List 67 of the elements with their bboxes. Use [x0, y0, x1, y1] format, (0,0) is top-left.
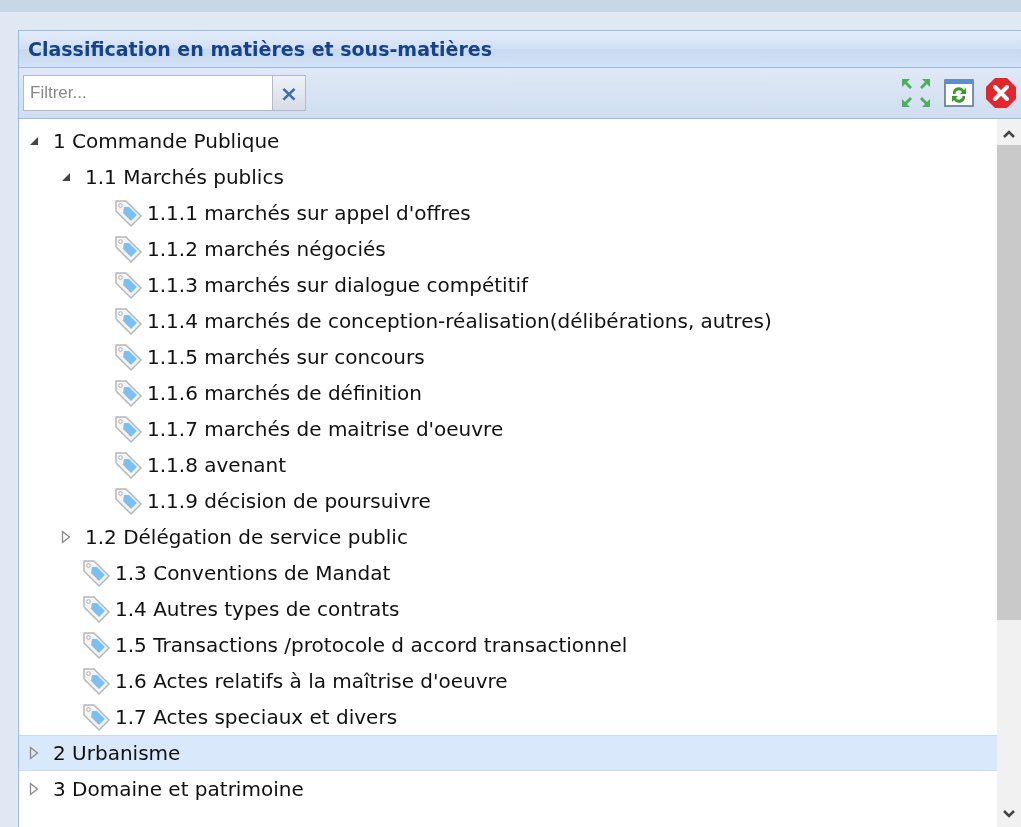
tree-label: 1.1.1 marchés sur appel d'offres: [147, 201, 471, 225]
refresh-icon[interactable]: [943, 77, 975, 109]
panel-title: Classification en matières et sous-matières: [28, 38, 492, 60]
tree-row[interactable]: 1.1.7 marchés de maitrise d'oeuvre: [19, 411, 997, 447]
expand-all-icon[interactable]: [899, 76, 933, 110]
collapsed-triangle-icon[interactable]: [29, 782, 39, 796]
tree-label: 1.1.4 marchés de conception-réalisation(délibérations, autres): [147, 309, 772, 333]
tree-row[interactable]: 1.1.8 avenant: [19, 447, 997, 483]
tree-row[interactable]: 1.1 Marchés publics: [19, 159, 997, 195]
tree-row[interactable]: 3 Domaine et patrimoine: [19, 771, 997, 807]
tree-row[interactable]: 1.1.5 marchés sur concours: [19, 339, 997, 375]
tree-row[interactable]: 1.1.1 marchés sur appel d'offres: [19, 195, 997, 231]
scroll-thumb[interactable]: [997, 145, 1021, 620]
tag-icon: [113, 270, 143, 300]
collapsed-triangle-icon[interactable]: [29, 746, 39, 760]
scroll-down-icon[interactable]: [1002, 809, 1016, 819]
close-icon[interactable]: [985, 77, 1017, 109]
tree-row[interactable]: 1.7 Actes speciaux et divers: [19, 699, 997, 735]
clear-filter-button[interactable]: ×: [272, 75, 306, 111]
tree-row[interactable]: 1.1.3 marchés sur dialogue compétitif: [19, 267, 997, 303]
tag-icon: [113, 378, 143, 408]
tag-icon: [113, 342, 143, 372]
tree-label: 1.1.8 avenant: [147, 453, 287, 477]
tree-row[interactable]: 1.2 Délégation de service public: [19, 519, 997, 555]
tag-icon: [113, 198, 143, 228]
tree-row[interactable]: 1 Commande Publique: [19, 123, 997, 159]
tree-label: 1.6 Actes relatifs à la maîtrise d'oeuvre: [115, 669, 508, 693]
tree-label: 1.1.5 marchés sur concours: [147, 345, 425, 369]
tree-row[interactable]: 1.1.6 marchés de définition: [19, 375, 997, 411]
tag-icon: [81, 702, 111, 732]
tree-label: 1 Commande Publique: [53, 129, 280, 153]
tree-label: 1.5 Transactions /protocole d accord transactionnel: [115, 633, 628, 657]
tag-icon: [81, 630, 111, 660]
tree-label: 1.1.2 marchés négociés: [147, 237, 386, 261]
tree-label: 1.1.7 marchés de maitrise d'oeuvre: [147, 417, 504, 441]
tree-row[interactable]: 1.3 Conventions de Mandat: [19, 555, 997, 591]
tree-row[interactable]: 1.1.2 marchés négociés: [19, 231, 997, 267]
tree-row[interactable]: 2 Urbanisme: [19, 735, 997, 771]
tag-icon: [81, 666, 111, 696]
expanded-triangle-icon[interactable]: [29, 136, 39, 146]
tree-label: 1.3 Conventions de Mandat: [115, 561, 391, 585]
tree-label: 1.1.6 marchés de définition: [147, 381, 423, 405]
tree-row[interactable]: 1.5 Transactions /protocole d accord transactionnel: [19, 627, 997, 663]
tree-row[interactable]: 1.6 Actes relatifs à la maîtrise d'oeuvre: [19, 663, 997, 699]
tree-label: 1.2 Délégation de service public: [85, 525, 408, 549]
filter-field[interactable]: Filtrer...: [23, 75, 272, 111]
tag-icon: [81, 558, 111, 588]
tree-row[interactable]: 1.1.4 marchés de conception-réalisation(délibérations, autres): [19, 303, 997, 339]
tree-row[interactable]: 1.4 Autres types de contrats: [19, 591, 997, 627]
scrollbar[interactable]: [997, 119, 1021, 827]
tree-label: 1.1 Marchés publics: [85, 165, 284, 189]
expanded-triangle-icon[interactable]: [61, 172, 71, 182]
tag-icon: [113, 486, 143, 516]
tree-label: 2 Urbanisme: [53, 741, 181, 765]
tag-icon: [113, 306, 143, 336]
tag-icon: [81, 594, 111, 624]
tree-label: 1.1.9 décision de poursuivre: [147, 489, 431, 513]
tree-label: 1.7 Actes speciaux et divers: [115, 705, 398, 729]
scroll-up-icon[interactable]: [1002, 129, 1016, 139]
tree-label: 1.4 Autres types de contrats: [115, 597, 400, 621]
tree-label: 1.1.3 marchés sur dialogue compétitif: [147, 273, 529, 297]
tag-icon: [113, 414, 143, 444]
tag-icon: [113, 234, 143, 264]
collapsed-triangle-icon[interactable]: [61, 530, 71, 544]
tree-row[interactable]: 1.1.9 décision de poursuivre: [19, 483, 997, 519]
tag-icon: [113, 450, 143, 480]
tree-label: 3 Domaine et patrimoine: [53, 777, 304, 801]
